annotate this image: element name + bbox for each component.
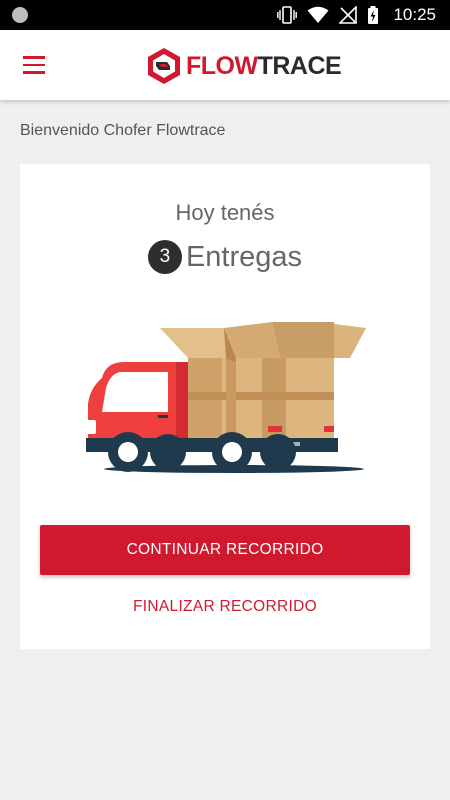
deliveries-label: Entregas [185,240,303,273]
brand-name-trace: TRACE [257,51,342,80]
summary-title: Hoy tenés [175,200,275,225]
brand-name: FLOWTRACE [186,51,342,81]
hamburger-menu-icon[interactable] [20,52,48,78]
welcome-text: Bienvenido Chofer Flowtrace [20,122,226,139]
battery-charging-icon [368,6,379,24]
vibrate-icon [277,6,298,24]
deliveries-count-badge: 3 [147,240,182,274]
status-bar: 10:25 [0,0,450,30]
no-signal-icon [339,6,358,24]
status-icons: 10:25 [277,0,436,30]
delivery-truck-icon [86,322,366,473]
wifi-icon [307,6,329,23]
continue-route-button[interactable]: CONTINUAR RECORRIDO [40,525,410,575]
notification-dot-icon [12,7,28,23]
flowtrace-logo-icon [148,48,180,84]
deliveries-count-row: 3 Entregas [20,240,430,274]
status-time: 10:25 [393,5,436,24]
finish-route-button[interactable]: FINALIZAR RECORRIDO [40,589,410,625]
app-bar: FLOWTRACE [0,30,450,100]
summary-card: Hoy tenés 3 Entregas CONTINUAR RECORRIDO… [20,164,430,649]
brand-name-flow: FLOW [186,51,258,80]
flowtrace-logo: FLOWTRACE [146,46,342,86]
